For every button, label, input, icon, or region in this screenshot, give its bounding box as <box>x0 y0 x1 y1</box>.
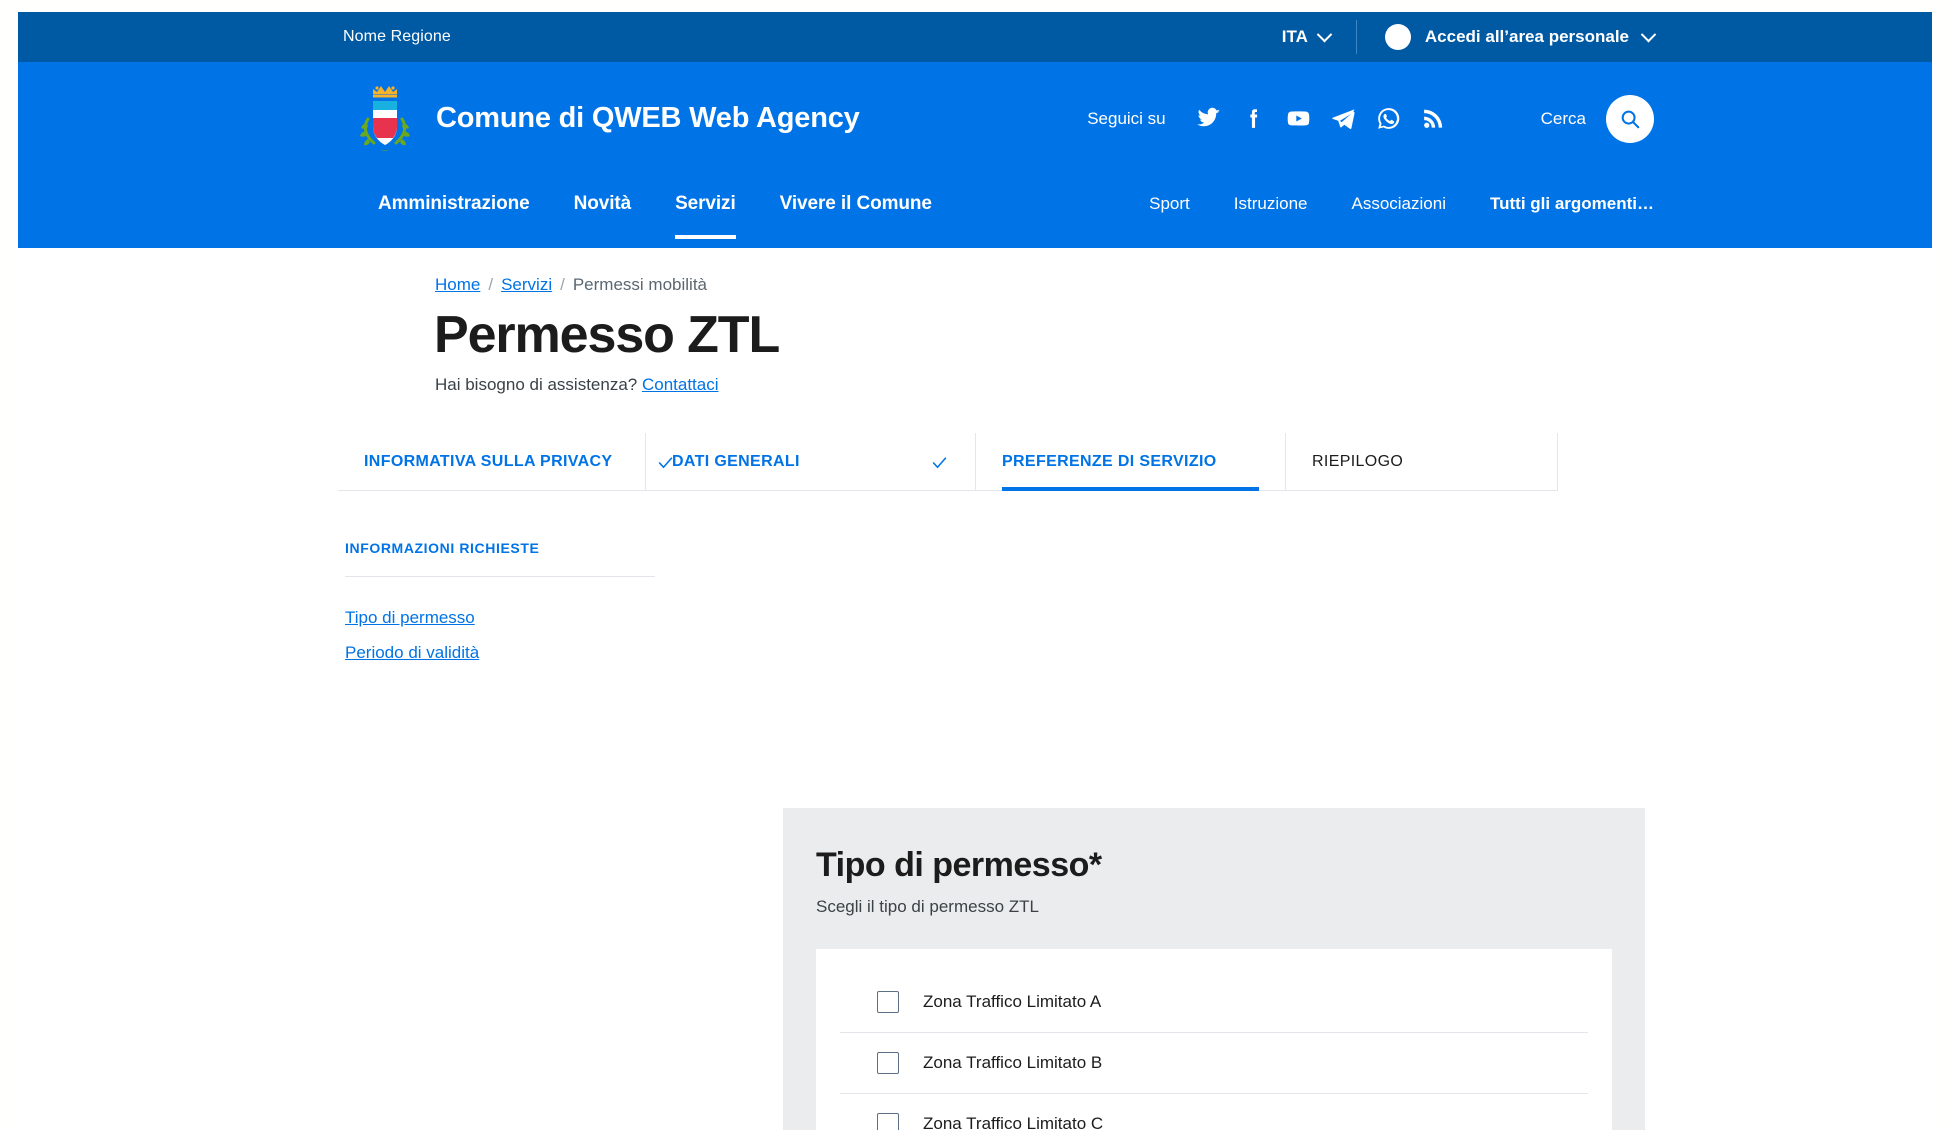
site-header: Comune di QWEB Web Agency Seguici su Cer… <box>18 62 1932 175</box>
breadcrumb-item-home[interactable]: Home <box>435 275 480 295</box>
youtube-icon[interactable] <box>1286 106 1311 131</box>
checkbox-label: Zona Traffico Limitato B <box>923 1053 1103 1072</box>
required-info-sidebar: INFORMAZIONI RICHIESTE Tipo di permesso … <box>345 540 655 663</box>
sidebar-item-periodo-di-validita[interactable]: Periodo di validità <box>345 643 479 663</box>
facebook-icon[interactable] <box>1241 106 1266 131</box>
language-label: ITA <box>1281 27 1308 46</box>
checkbox-group: Zona Traffico Limitato A Zona Traffico L… <box>816 949 1612 1130</box>
whatsapp-icon[interactable] <box>1376 106 1401 131</box>
nav-secondary: Sport Istruzione Associazioni Tutti gli … <box>1127 175 1654 248</box>
form-section-tipo-di-permesso: Tipo di permesso* Scegli il tipo di perm… <box>783 808 1645 1130</box>
nav-primary: Amministrazione Novità Servizi Vivere il… <box>356 175 954 248</box>
twitter-icon[interactable] <box>1196 106 1221 131</box>
nav-item-tutti-gli-argomenti[interactable]: Tutti gli argomenti… <box>1468 175 1654 248</box>
step-label: RIEPILOGO <box>1312 453 1404 470</box>
account-label: Accedi all’area personale <box>1424 27 1629 46</box>
main-navigation: Amministrazione Novità Servizi Vivere il… <box>18 175 1932 248</box>
section-subtitle: Scegli il tipo di permesso ZTL <box>816 897 1039 916</box>
nav-item-sport[interactable]: Sport <box>1127 175 1212 248</box>
nav-item-istruzione[interactable]: Istruzione <box>1212 175 1330 248</box>
step-label: INFORMATIVA SULLA PRIVACY <box>364 453 613 470</box>
breadcrumb-separator: / <box>560 275 565 294</box>
search-icon <box>1621 110 1640 128</box>
step-dati-generali[interactable]: DATI GENERALI <box>646 433 976 491</box>
header-right-group: Seguici su Cerca <box>1087 94 1654 143</box>
sidebar-item-tipo-di-permesso[interactable]: Tipo di permesso <box>345 608 475 628</box>
chevron-down-icon <box>1316 26 1333 42</box>
coat-of-arms-icon <box>360 85 410 151</box>
chevron-down-icon <box>1640 26 1657 42</box>
brand-title: Comune di QWEB Web Agency <box>436 102 860 134</box>
telegram-icon[interactable] <box>1331 106 1356 131</box>
social-links <box>1196 106 1446 131</box>
checkbox-label: Zona Traffico Limitato A <box>923 992 1102 1011</box>
nav-item-associazioni[interactable]: Associazioni <box>1329 175 1468 248</box>
step-informativa-privacy[interactable]: INFORMATIVA SULLA PRIVACY <box>338 433 673 491</box>
assistance-text: Hai bisogno di assistenza? Contattaci <box>435 375 719 395</box>
account-menu[interactable]: Accedi all’area personale <box>1357 24 1657 50</box>
search-group: Cerca <box>1540 94 1654 143</box>
checkbox-input[interactable] <box>877 1113 899 1130</box>
checkbox-label: Zona Traffico Limitato C <box>923 1114 1104 1130</box>
breadcrumb-item-current: Permessi mobilità <box>572 275 707 294</box>
nav-item-amministrazione[interactable]: Amministrazione <box>356 175 552 248</box>
breadcrumb-separator: / <box>488 275 494 294</box>
nav-item-novita[interactable]: Novità <box>552 175 653 248</box>
site-frame: Nome Regione ITA Accedi all’area persona… <box>18 12 1932 1130</box>
section-title: Tipo di permesso* <box>816 846 1102 884</box>
assistance-label: Hai bisogno di assistenza? <box>435 375 638 394</box>
checkbox-option-ztl-c[interactable]: Zona Traffico Limitato C <box>840 1094 1588 1130</box>
rss-icon[interactable] <box>1421 106 1446 131</box>
search-button[interactable] <box>1606 94 1654 143</box>
page-root: Nome Regione ITA Accedi all’area persona… <box>0 0 1950 1130</box>
nav-item-servizi[interactable]: Servizi <box>653 175 758 248</box>
step-label: PREFERENZE DI SERVIZIO <box>1002 453 1217 470</box>
step-label: DATI GENERALI <box>672 453 800 470</box>
topbar-right-group: ITA Accedi all’area personale <box>1282 12 1657 62</box>
checkbox-input[interactable] <box>877 1052 899 1074</box>
checkbox-option-ztl-a[interactable]: Zona Traffico Limitato A <box>840 972 1588 1033</box>
step-preferenze-di-servizio[interactable]: PREFERENZE DI SERVIZIO <box>976 433 1286 491</box>
topbar: Nome Regione ITA Accedi all’area persona… <box>18 12 1932 62</box>
checkbox-option-ztl-b[interactable]: Zona Traffico Limitato B <box>840 1033 1588 1094</box>
checkbox-input[interactable] <box>877 991 899 1013</box>
avatar <box>1384 24 1411 50</box>
region-name: Nome Regione <box>343 28 451 45</box>
search-label: Cerca <box>1540 108 1586 128</box>
follow-label: Seguici su <box>1087 108 1166 128</box>
contact-link[interactable]: Contattaci <box>642 375 719 394</box>
page-title: Permesso ZTL <box>434 306 780 364</box>
form-stepper: INFORMATIVA SULLA PRIVACY DATI GENERALI … <box>338 433 1558 491</box>
step-riepilogo[interactable]: RIEPILOGO <box>1286 433 1558 491</box>
language-selector[interactable]: ITA <box>1282 20 1357 54</box>
check-icon <box>932 456 947 468</box>
breadcrumb: Home / Servizi / Permessi mobilità <box>435 275 707 295</box>
sidebar-title: INFORMAZIONI RICHIESTE <box>345 540 655 577</box>
nav-item-vivere-il-comune[interactable]: Vivere il Comune <box>758 175 954 248</box>
brand-block[interactable]: Comune di QWEB Web Agency <box>356 81 860 157</box>
breadcrumb-item-servizi[interactable]: Servizi <box>501 275 552 295</box>
